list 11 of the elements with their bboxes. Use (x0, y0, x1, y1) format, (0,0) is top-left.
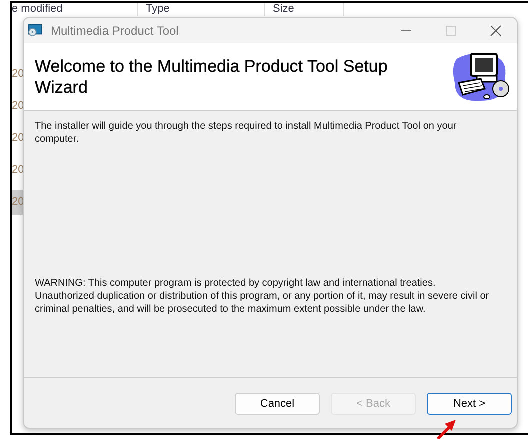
wizard-title: Welcome to the Multimedia Product Tool Setup Wizard (35, 56, 389, 98)
copyright-warning: WARNING: This computer program is protected by copyright law and international treaties. Unauthorized duplication or distribution of this program, or any portion of it, may result in severe civil or criminal penalties, and will be prosecuted to the maximum extent possible under the law. (35, 277, 490, 316)
column-header[interactable]: e modified (12, 3, 138, 16)
wizard-button[interactable]: Next > (427, 392, 512, 414)
window-title: Multimedia Product Tool (51, 24, 180, 38)
maximize-icon (445, 24, 457, 36)
column-header[interactable]: Size (265, 3, 344, 16)
wizard-button[interactable]: Cancel (235, 392, 320, 414)
column-header[interactable]: Type (138, 3, 265, 16)
close-icon[interactable] (490, 24, 502, 36)
intro-text: The installer will guide you through the steps required to install Multimedia Product Tool on your computer. (35, 120, 458, 146)
